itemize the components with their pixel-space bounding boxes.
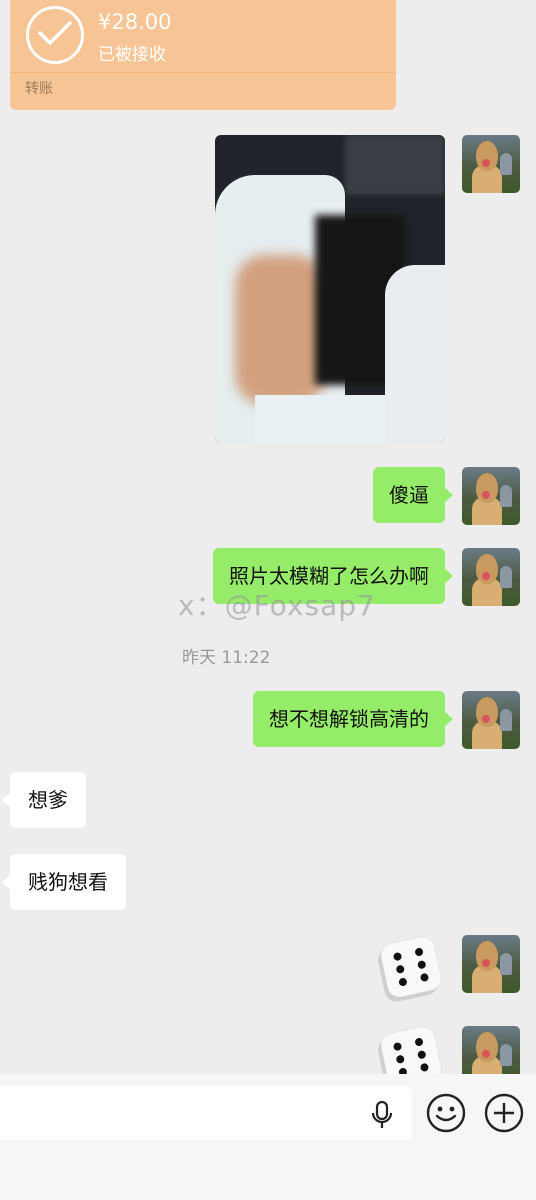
- message-input[interactable]: [0, 1086, 412, 1140]
- avatar[interactable]: [462, 935, 520, 993]
- transfer-divider: [10, 72, 396, 73]
- avatar[interactable]: [462, 467, 520, 525]
- message-bubble-sent[interactable]: 傻逼: [373, 467, 453, 523]
- check-circle-icon: [26, 6, 84, 64]
- avatar[interactable]: [462, 691, 520, 749]
- watermark-text: x：@Foxsap7: [178, 589, 376, 622]
- dice-icon[interactable]: [378, 934, 444, 1000]
- transfer-amount: ¥28.00: [98, 10, 172, 34]
- message-bubble-received[interactable]: 想爹: [2, 772, 86, 828]
- message-timestamp: 昨天 11:22: [182, 648, 271, 668]
- message-image[interactable]: [215, 135, 445, 443]
- plus-icon[interactable]: [483, 1092, 525, 1138]
- emoji-icon[interactable]: [425, 1092, 467, 1138]
- avatar[interactable]: [462, 135, 520, 193]
- message-bubble-sent[interactable]: 想不想解锁高清的: [253, 691, 453, 747]
- transfer-status: 已被接收: [98, 45, 166, 65]
- microphone-icon[interactable]: [370, 1100, 394, 1134]
- avatar[interactable]: [462, 548, 520, 606]
- message-bubble-received[interactable]: 贱狗想看: [2, 854, 126, 910]
- transfer-footer-label: 转账: [25, 81, 53, 97]
